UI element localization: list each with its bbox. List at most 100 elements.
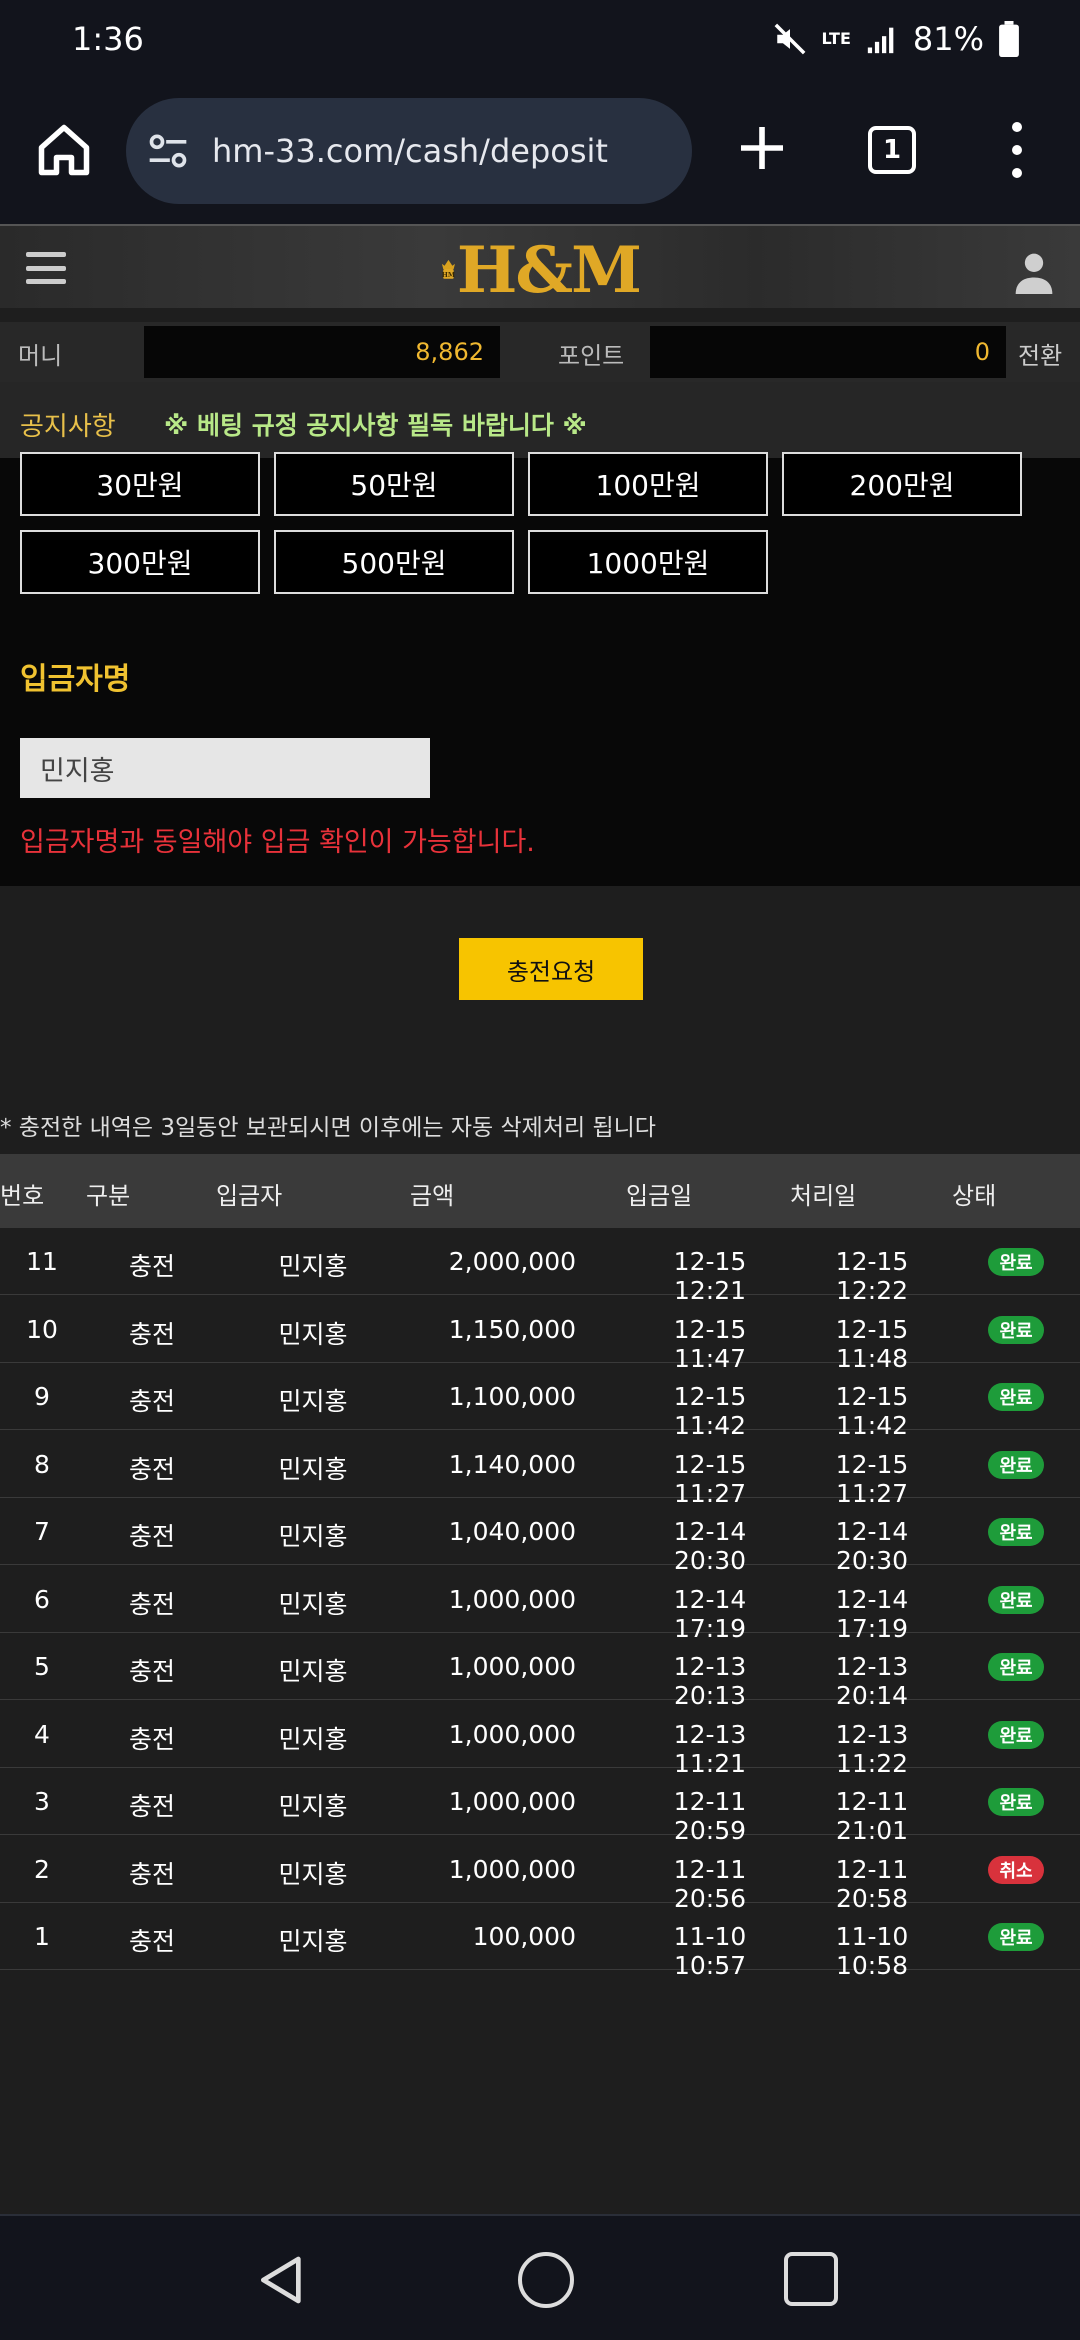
row-amount: 1,000,000 xyxy=(448,1652,576,1681)
row-depositor: 민지홍 xyxy=(278,1319,348,1349)
retention-note: * 충전한 내역은 3일동안 보관되시면 이후에는 자동 삭제처리 됩니다 xyxy=(0,1115,656,1141)
row-number: 9 xyxy=(34,1382,50,1411)
status-badge: 완료 xyxy=(988,1315,1044,1344)
row-amount: 1,000,000 xyxy=(448,1787,576,1816)
back-icon[interactable] xyxy=(254,2252,310,2308)
table-row: 4 충전 민지홍 1,000,000 12-13 11:21 12-13 11:22 완료 xyxy=(0,1701,1080,1778)
table-row: 3 충전 민지홍 1,000,000 12-11 20:59 12-11 21:01 완료 xyxy=(0,1768,1080,1845)
row-depositor: 민지홍 xyxy=(278,1454,348,1484)
address-bar[interactable]: hm-33.com/cash/deposit xyxy=(126,98,692,204)
row-processed-date: 11-10 10:58 xyxy=(835,1922,909,1980)
row-type: 충전 xyxy=(128,1319,175,1349)
col-header-status: 상태 xyxy=(952,1182,997,1210)
row-amount: 1,040,000 xyxy=(448,1517,576,1546)
row-depositor: 민지홍 xyxy=(278,1589,348,1619)
row-type: 충전 xyxy=(128,1657,175,1686)
row-amount: 1,000,000 xyxy=(448,1719,576,1749)
col-header-type: 구분 xyxy=(86,1182,131,1210)
row-type: 충전 xyxy=(128,1252,175,1281)
history-table-header: 번호 구분 입금자 금액 입금일 처리일 상태 xyxy=(0,1154,1080,1228)
table-row: 9 충전 민지홍 1,100,000 12-15 11:42 12-15 11:42 완료 xyxy=(0,1363,1080,1440)
row-depositor: 민지홍 xyxy=(278,1792,348,1821)
row-number: 4 xyxy=(34,1719,50,1749)
row-number: 3 xyxy=(34,1787,50,1816)
browser-toolbar: hm-33.com/cash/deposit 1 xyxy=(0,78,1080,224)
table-row: 8 충전 민지홍 1,140,000 12-15 11:27 12-15 11:27 완료 xyxy=(0,1431,1080,1508)
convert-button[interactable]: 전환 xyxy=(1018,336,1062,371)
status-badge: 완료 xyxy=(988,1383,1044,1411)
amount-button-100[interactable]: 100만원 xyxy=(528,452,768,516)
row-depositor: 민지홍 xyxy=(278,1927,348,1956)
money-label: 머니 xyxy=(18,342,63,370)
network-type: LTE xyxy=(821,29,851,48)
status-badge: 완료 xyxy=(988,1518,1044,1546)
row-number: 8 xyxy=(34,1449,50,1479)
row-depositor: 민지홍 xyxy=(278,1859,348,1889)
status-badge: 완료 xyxy=(988,1720,1044,1749)
row-amount: 1,100,000 xyxy=(448,1382,576,1411)
table-row: 7 충전 민지홍 1,040,000 12-14 20:30 12-14 20:30 완료 xyxy=(0,1498,1080,1575)
point-label: 포인트 xyxy=(558,342,625,370)
row-amount: 1,150,000 xyxy=(448,1314,576,1344)
user-icon[interactable] xyxy=(1012,250,1056,294)
depositor-warning: 입금자명과 동일해야 입금 확인이 가능합니다. xyxy=(20,827,535,858)
amount-button-300[interactable]: 300만원 xyxy=(20,530,260,594)
mute-icon xyxy=(775,23,806,55)
home-icon[interactable] xyxy=(34,120,94,180)
new-tab-icon[interactable] xyxy=(734,120,790,176)
amount-button-1000[interactable]: 1000만원 xyxy=(528,530,768,594)
row-depositor: 민지홍 xyxy=(278,1724,348,1754)
tab-switcher-button[interactable]: 1 xyxy=(868,126,916,174)
status-bar: 1:36 LTE 81% xyxy=(0,0,1080,78)
row-amount: 100,000 xyxy=(472,1922,576,1951)
site-logo[interactable]: HM H&M xyxy=(440,228,642,312)
row-type: 충전 xyxy=(128,1387,175,1416)
depositor-name-input[interactable] xyxy=(20,738,430,798)
battery-icon xyxy=(999,21,1019,57)
site-settings-icon[interactable] xyxy=(146,129,190,173)
row-number: 7 xyxy=(34,1517,50,1546)
amount-button-200[interactable]: 200만원 xyxy=(782,452,1022,516)
row-amount: 2,000,000 xyxy=(448,1247,576,1276)
row-amount: 1,000,000 xyxy=(448,1854,576,1884)
row-amount: 1,000,000 xyxy=(448,1584,576,1614)
crown-icon: HM xyxy=(442,259,455,279)
row-number: 1 xyxy=(34,1922,50,1951)
money-value: 8,862 xyxy=(144,326,500,378)
row-type: 충전 xyxy=(128,1927,175,1956)
col-header-amount: 금액 xyxy=(410,1182,455,1210)
amount-button-30[interactable]: 30만원 xyxy=(20,452,260,516)
row-depositor: 민지홍 xyxy=(278,1387,348,1416)
row-number: 6 xyxy=(34,1584,50,1614)
depositor-label: 입금자명 xyxy=(20,662,131,697)
point-value: 0 xyxy=(650,326,1006,378)
tab-count: 1 xyxy=(882,135,902,165)
amount-button-50[interactable]: 50만원 xyxy=(274,452,514,516)
row-number: 11 xyxy=(26,1247,58,1276)
table-row: 11 충전 민지홍 2,000,000 12-15 12:21 12-15 12:22 완료 xyxy=(0,1228,1080,1305)
status-badge: 완료 xyxy=(988,1788,1044,1816)
deposit-request-button[interactable]: 충전요청 xyxy=(459,938,643,1000)
row-amount: 1,140,000 xyxy=(448,1449,576,1479)
col-header-deposit-date: 입금일 xyxy=(626,1182,693,1210)
row-type: 충전 xyxy=(128,1454,175,1484)
notice-label: 공지사항 xyxy=(20,412,116,442)
recents-icon[interactable] xyxy=(784,2252,838,2306)
table-row: 10 충전 민지홍 1,150,000 12-15 11:47 12-15 11:48 완료 xyxy=(0,1296,1080,1373)
table-row: 6 충전 민지홍 1,000,000 12-14 17:19 12-14 17:19 완료 xyxy=(0,1566,1080,1643)
home-nav-icon[interactable] xyxy=(518,2252,574,2308)
logo-text: H&M xyxy=(456,232,642,308)
browser-menu-icon[interactable] xyxy=(1004,122,1030,178)
hamburger-menu-icon[interactable] xyxy=(26,252,66,284)
status-badge: 완료 xyxy=(988,1585,1044,1614)
row-depositor: 민지홍 xyxy=(278,1522,348,1551)
url-text: hm-33.com/cash/deposit xyxy=(212,132,608,170)
status-badge: 완료 xyxy=(988,1653,1044,1681)
row-type: 충전 xyxy=(128,1522,175,1551)
balance-bar: 머니 8,862 포인트 0 전환 xyxy=(0,322,1080,382)
col-header-number: 번호 xyxy=(0,1182,45,1210)
amount-button-500[interactable]: 500만원 xyxy=(274,530,514,594)
notice-text[interactable]: ※ 베팅 규정 공지사항 필독 바랍니다 ※ xyxy=(164,406,587,442)
status-time: 1:36 xyxy=(72,20,144,58)
row-depositor: 민지홍 xyxy=(278,1252,348,1281)
